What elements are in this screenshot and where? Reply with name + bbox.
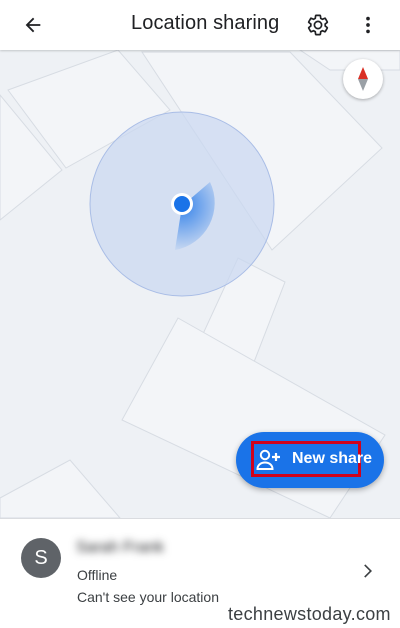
arrow-back-icon bbox=[25, 17, 41, 33]
more-vert-icon bbox=[366, 16, 370, 34]
settings-button[interactable] bbox=[298, 5, 338, 45]
chevron-right-icon bbox=[364, 564, 372, 578]
gear-icon bbox=[307, 14, 329, 36]
contact-name: Sarah Frank bbox=[76, 539, 165, 556]
avatar: S bbox=[21, 538, 61, 578]
new-share-button[interactable]: New share bbox=[236, 432, 384, 488]
compass-button[interactable] bbox=[343, 59, 383, 99]
person-add-icon bbox=[256, 449, 280, 470]
location-sharing-screen: Location sharing New share S Sarah Frank… bbox=[0, 0, 400, 628]
watermark: technewstoday.com bbox=[228, 604, 391, 624]
page-title: Location sharing bbox=[131, 12, 280, 34]
new-share-label: New share bbox=[292, 450, 373, 467]
more-options-button[interactable] bbox=[348, 5, 388, 45]
back-button[interactable] bbox=[13, 5, 53, 45]
contact-description: Can't see your location bbox=[77, 589, 219, 605]
app-bar: Location sharing bbox=[0, 0, 400, 50]
compass-icon bbox=[358, 67, 368, 91]
contact-status: Offline bbox=[77, 567, 118, 583]
